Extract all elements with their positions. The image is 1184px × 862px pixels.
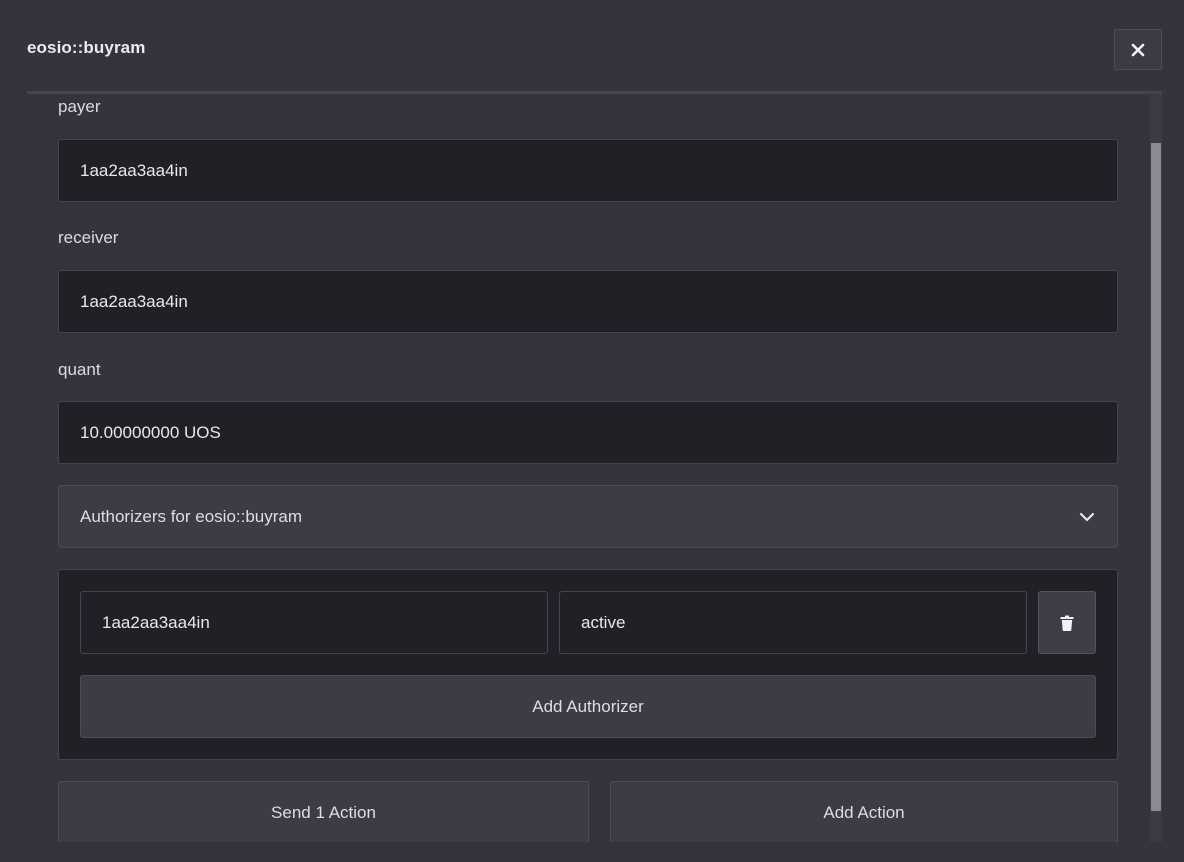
close-icon (1131, 43, 1145, 56)
add-action-button[interactable]: Add Action (610, 781, 1118, 844)
payer-label: payer (58, 97, 101, 116)
authorizer-actor-input[interactable] (80, 591, 548, 654)
delete-authorizer-button[interactable] (1038, 591, 1096, 654)
trash-icon (1060, 615, 1074, 631)
action-dialog: eosio::buyram payer receiver quant Autho… (0, 0, 1184, 862)
authorizers-accordion-label: Authorizers for eosio::buyram (80, 506, 303, 526)
receiver-input[interactable] (58, 270, 1118, 333)
quant-input[interactable] (58, 401, 1118, 464)
scrollbar-thumb[interactable] (1151, 143, 1161, 811)
close-button[interactable] (1114, 29, 1162, 70)
dialog-footer-edge (0, 842, 1184, 862)
add-authorizer-button[interactable]: Add Authorizer (80, 675, 1096, 738)
chevron-down-icon (1079, 512, 1095, 522)
authorizers-accordion[interactable]: Authorizers for eosio::buyram (58, 485, 1118, 548)
dialog-title: eosio::buyram (27, 38, 146, 57)
authorizer-permission-input[interactable] (559, 591, 1027, 654)
send-action-button[interactable]: Send 1 Action (58, 781, 589, 844)
payer-input[interactable] (58, 139, 1118, 202)
quant-label: quant (58, 360, 101, 379)
receiver-label: receiver (58, 228, 119, 247)
